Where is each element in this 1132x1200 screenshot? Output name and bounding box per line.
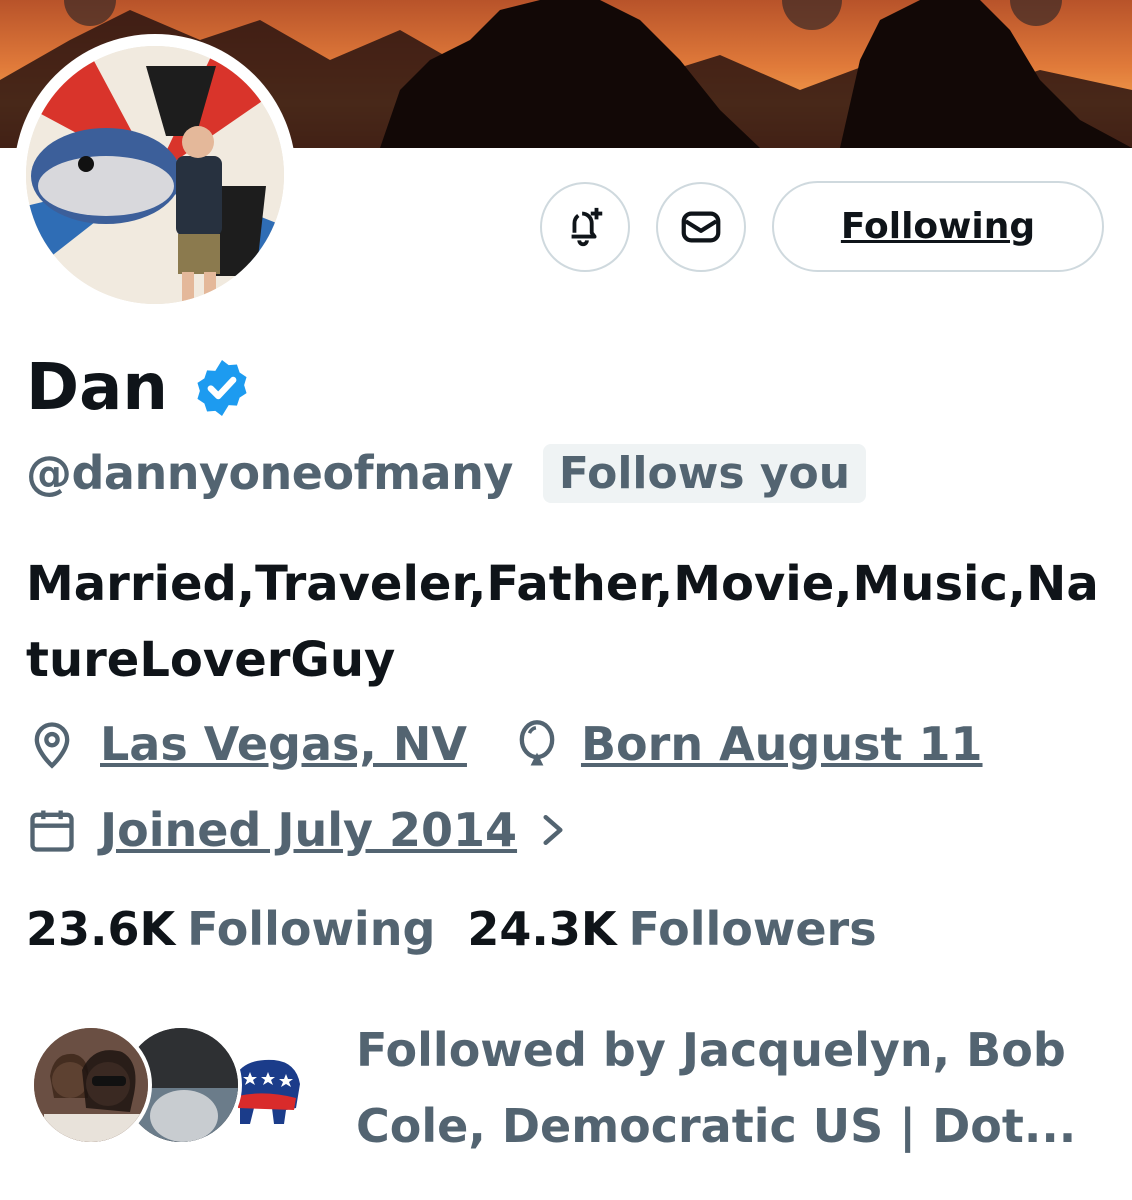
followers-stat[interactable]: 24.3K Followers (467, 902, 876, 956)
display-name: Dan (26, 348, 254, 428)
joined-date-link[interactable]: Joined July 2014 (100, 803, 517, 857)
balloon-icon (519, 720, 555, 766)
display-name-text: Dan (26, 351, 168, 425)
notifications-button[interactable] (540, 182, 630, 272)
follow-stats: 23.6K Following 24.3K Followers (26, 902, 877, 956)
location-link[interactable]: Las Vegas, NV (100, 717, 467, 771)
handle-row: @dannyoneofmany Follows you (26, 440, 867, 506)
profile-bio: Married,Traveler,Father,Movie,Music,Natu… (26, 556, 1099, 688)
envelope-icon (681, 211, 721, 243)
followed-by-text[interactable]: Followed by Jacquelyn, Bob Cole, Democra… (356, 1012, 1096, 1164)
followers-label: Followers (628, 902, 877, 956)
user-handle: @dannyoneofmany (26, 446, 513, 500)
profile-meta-row-2: Joined July 2014 (26, 802, 569, 858)
profile-avatar[interactable] (14, 34, 296, 316)
calendar-icon (30, 810, 74, 852)
followers-count: 24.3K (467, 902, 617, 956)
following-button[interactable]: Following (772, 181, 1104, 272)
follows-you-badge: Follows you (542, 443, 867, 503)
message-button[interactable] (656, 182, 746, 272)
following-label: Following (187, 902, 436, 956)
birthday-link[interactable]: Born August 11 (581, 717, 983, 771)
bell-plus-icon (571, 207, 603, 247)
chevron-right-icon[interactable] (537, 808, 569, 852)
profile-meta-row-1: Las Vegas, NV Born August 11 (26, 716, 983, 772)
avatar-photo (26, 46, 284, 304)
follower-avatar-1[interactable] (30, 1024, 152, 1146)
verified-badge-icon[interactable] (190, 356, 254, 420)
location-pin-icon (34, 722, 70, 769)
following-count: 23.6K (26, 902, 176, 956)
following-stat[interactable]: 23.6K Following (26, 902, 435, 956)
